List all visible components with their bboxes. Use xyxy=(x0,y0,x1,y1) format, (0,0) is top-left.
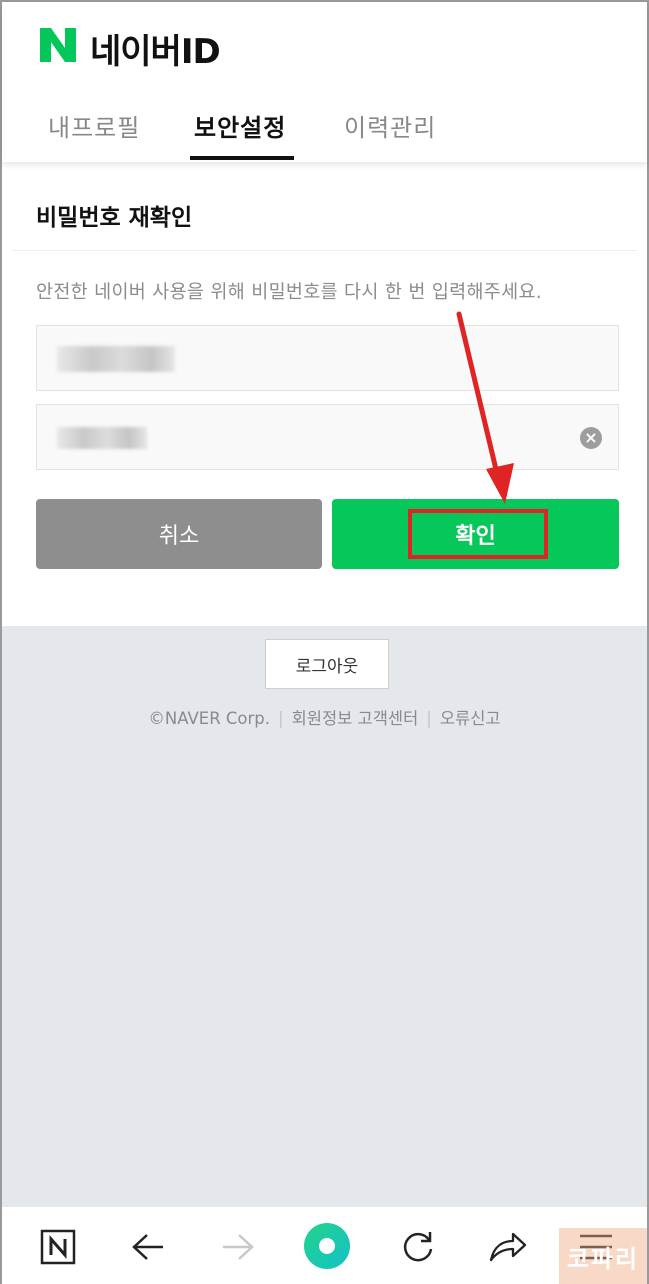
naver-home-icon[interactable] xyxy=(38,1227,78,1267)
tab-history[interactable]: 이력관리 xyxy=(344,108,436,143)
copyright-text: ©NAVER Corp. xyxy=(148,709,271,728)
id-input[interactable] xyxy=(36,325,619,391)
active-tab-indicator xyxy=(190,156,294,160)
browser-bottom-bar xyxy=(2,1206,647,1284)
footer-link-member-support[interactable]: 회원정보 고객센터 xyxy=(292,709,419,728)
green-dot-icon[interactable] xyxy=(302,1221,352,1271)
tab-security-settings[interactable]: 보안설정 xyxy=(194,108,286,143)
logout-button[interactable]: 로그아웃 xyxy=(265,639,389,689)
password-input[interactable]: × xyxy=(36,404,619,470)
back-arrow-icon[interactable] xyxy=(128,1227,168,1267)
footer-link-report-error[interactable]: 오류신고 xyxy=(440,709,501,728)
watermark: 코파리 xyxy=(559,1228,647,1284)
card-description: 안전한 네이버 사용을 위해 비밀번호를 다시 한 번 입력해주세요. xyxy=(36,282,542,303)
obscured-id-value xyxy=(57,346,175,372)
password-reconfirm-card: 비밀번호 재확인 안전한 네이버 사용을 위해 비밀번호를 다시 한 번 입력해… xyxy=(2,162,647,626)
naver-n-icon xyxy=(40,28,76,62)
separator: | xyxy=(278,709,284,728)
cancel-button[interactable]: 취소 xyxy=(36,499,322,569)
forward-arrow-icon[interactable] xyxy=(218,1227,258,1267)
obscured-password-value xyxy=(57,427,147,449)
separator: | xyxy=(426,709,432,728)
card-title: 비밀번호 재확인 xyxy=(36,205,193,231)
clear-circle-icon[interactable]: × xyxy=(580,427,602,449)
tab-my-profile[interactable]: 내프로필 xyxy=(48,108,140,143)
app-header: 네이버ID 내프로필 보안설정 이력관리 xyxy=(2,2,647,162)
confirm-button[interactable]: 확인 xyxy=(332,499,619,569)
refresh-icon[interactable] xyxy=(398,1227,438,1267)
divider xyxy=(12,250,637,251)
footer-links: ©NAVER Corp. | 회원정보 고객센터 | 오류신고 xyxy=(2,705,647,729)
logo-title: 네이버ID xyxy=(90,32,221,72)
share-icon[interactable] xyxy=(488,1227,528,1267)
